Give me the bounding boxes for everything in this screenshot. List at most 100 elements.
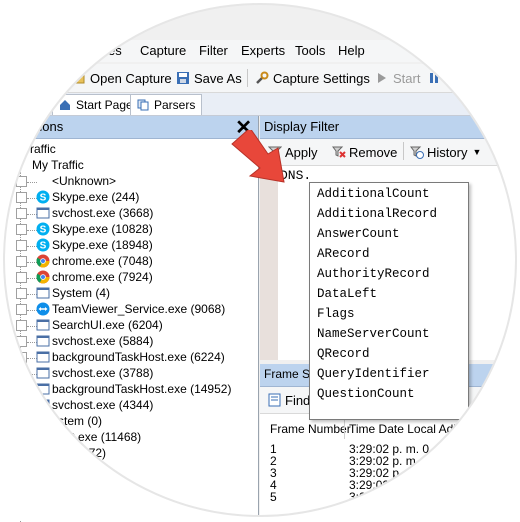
tree-item[interactable]: S Skype.exe (10828) bbox=[0, 222, 258, 238]
skype-icon: S bbox=[36, 190, 50, 204]
tree-item[interactable]: svchost.exe (3788) bbox=[0, 366, 258, 382]
remove-button[interactable]: Remove bbox=[332, 143, 397, 161]
expand-toggle-icon[interactable] bbox=[16, 432, 27, 443]
autocomplete-item[interactable]: DataLeft bbox=[317, 284, 377, 304]
display-filter-header: Display Filter bbox=[260, 116, 520, 139]
tree-item[interactable]: svchost.exe (3668) bbox=[0, 206, 258, 222]
skype-icon: S bbox=[36, 222, 50, 236]
history-icon bbox=[410, 145, 424, 159]
history-button[interactable]: History ▼ bbox=[410, 143, 481, 161]
expand-toggle-icon[interactable] bbox=[16, 208, 27, 219]
tree-item[interactable]: chrome.exe (7924) bbox=[0, 270, 258, 286]
menu-experts[interactable]: Experts bbox=[241, 43, 285, 58]
autocomplete-item[interactable]: ARecord bbox=[317, 244, 370, 264]
expand-toggle-icon[interactable] bbox=[16, 336, 27, 347]
menu-file-partial[interactable]: es bbox=[108, 43, 122, 58]
pause-button[interactable] bbox=[428, 68, 446, 88]
tree-item[interactable]: System (4) bbox=[0, 286, 258, 302]
expand-toggle-icon[interactable] bbox=[16, 320, 27, 331]
expand-toggle-icon[interactable] bbox=[16, 224, 27, 235]
tree-item-label: 2504) bbox=[52, 478, 83, 492]
svg-text:S: S bbox=[40, 193, 47, 204]
tree-item[interactable]: raffic bbox=[0, 142, 258, 158]
autocomplete-item[interactable]: NameServerCount bbox=[317, 324, 430, 344]
expand-toggle-icon[interactable] bbox=[16, 480, 27, 491]
tree-item[interactable]: TeamViewer_Service.exe (9068) bbox=[0, 302, 258, 318]
tree-item[interactable]: My Traffic bbox=[0, 158, 258, 174]
expand-toggle-icon[interactable] bbox=[16, 368, 27, 379]
tree-item[interactable]: S Skype.exe (244) bbox=[0, 190, 258, 206]
open-capture-button[interactable]: Open Capture bbox=[72, 68, 172, 88]
toolbar-separator bbox=[403, 142, 404, 160]
expand-toggle-icon[interactable] bbox=[16, 304, 27, 315]
column-header-frame-number[interactable]: Frame Number bbox=[270, 422, 351, 436]
autocomplete-list: AdditionalCount AdditionalRecord AnswerCou… bbox=[309, 182, 469, 420]
tree-item[interactable]: svchost.exe (4344) bbox=[0, 398, 258, 414]
expand-toggle-icon[interactable] bbox=[16, 256, 27, 267]
expand-toggle-icon[interactable] bbox=[16, 448, 27, 459]
expand-toggle-icon[interactable] bbox=[16, 176, 27, 187]
save-as-button[interactable]: Save As bbox=[176, 68, 242, 88]
expand-toggle-icon[interactable] bbox=[16, 416, 27, 427]
expand-toggle-icon[interactable] bbox=[16, 288, 27, 299]
apply-label: Apply bbox=[285, 144, 318, 160]
expand-toggle-icon[interactable] bbox=[16, 352, 27, 363]
chevron-down-icon: ▼ bbox=[472, 147, 482, 157]
autocomplete-item[interactable]: Flags bbox=[317, 304, 355, 324]
menu-filter[interactable]: Filter bbox=[199, 43, 228, 58]
autocomplete-item[interactable]: AnswerCount bbox=[317, 224, 400, 244]
expand-toggle-icon[interactable] bbox=[16, 384, 27, 395]
window-icon bbox=[36, 398, 50, 412]
tree-item[interactable]: svchost.exe (5884) bbox=[0, 334, 258, 350]
time-cell[interactable]: 3:29:02 p. m. 0 bbox=[349, 490, 429, 504]
tab-start-page[interactable]: Start Page bbox=[52, 94, 140, 115]
menu-tools[interactable]: Tools bbox=[295, 43, 325, 58]
expand-toggle-icon[interactable] bbox=[16, 400, 27, 411]
tree-connector bbox=[27, 486, 37, 487]
open-capture-label: Open Capture bbox=[90, 70, 172, 86]
tree-item[interactable]: ble (8872) bbox=[0, 446, 258, 462]
menu-bar: es Capture Filter Experts Tools Help bbox=[0, 40, 520, 62]
tab-parsers-label: Parsers bbox=[154, 98, 196, 112]
tree-item[interactable]: backgroundTaskHost.exe (6224) bbox=[0, 350, 258, 366]
tree-item[interactable]: chrome.exe (7048) bbox=[0, 254, 258, 270]
find-icon bbox=[268, 393, 282, 407]
find-button[interactable]: Find bbox=[268, 391, 310, 409]
expand-toggle-icon[interactable] bbox=[16, 192, 27, 203]
tree-item[interactable]: backgroundTaskHost.exe (14952) bbox=[0, 382, 258, 398]
tree-item-label: Skype.exe (10828) bbox=[52, 222, 153, 236]
tree-item[interactable]: <Unknown> bbox=[0, 174, 258, 190]
column-header-time[interactable]: Time Date Local Adj bbox=[349, 422, 456, 436]
autocomplete-item[interactable]: AdditionalRecord bbox=[317, 204, 437, 224]
menu-capture[interactable]: Capture bbox=[140, 43, 186, 58]
tab-start-page-label: Start Page bbox=[76, 98, 133, 112]
tree-item[interactable]: host.exe (11468) bbox=[0, 430, 258, 446]
autocomplete-item[interactable]: QuestionCount bbox=[317, 384, 415, 404]
tab-parsers[interactable]: Parsers bbox=[130, 94, 203, 115]
expand-toggle-icon[interactable] bbox=[16, 240, 27, 251]
window-icon bbox=[36, 206, 50, 220]
tree-item[interactable]: 2504) bbox=[0, 478, 258, 494]
capture-settings-button[interactable]: Capture Settings bbox=[255, 68, 370, 88]
autocomplete-item[interactable]: AuthorityRecord bbox=[317, 264, 430, 284]
svg-text:S: S bbox=[40, 241, 47, 252]
window-icon bbox=[36, 382, 50, 396]
expand-toggle-icon[interactable] bbox=[16, 464, 27, 475]
tree-item[interactable]: ystem (0) bbox=[0, 414, 258, 430]
frame-number-cell[interactable]: 5 bbox=[270, 490, 277, 504]
tree-connector bbox=[27, 438, 37, 439]
tree-item[interactable]: (17620) bbox=[0, 462, 258, 478]
tree-item[interactable]: (10196) bbox=[0, 494, 258, 510]
tree-item[interactable]: S Skype.exe (18948) bbox=[0, 238, 258, 254]
menu-help[interactable]: Help bbox=[338, 43, 365, 58]
chrome-icon bbox=[36, 270, 50, 284]
tree-item[interactable]: SearchUI.exe (6204) bbox=[0, 318, 258, 334]
document-tabstrip: Start Page Parsers bbox=[0, 93, 520, 116]
expand-toggle-icon[interactable] bbox=[16, 496, 27, 507]
editor-gutter bbox=[260, 166, 278, 360]
autocomplete-item[interactable]: AdditionalCount bbox=[317, 184, 430, 204]
expand-toggle-icon[interactable] bbox=[16, 272, 27, 283]
autocomplete-item[interactable]: QRecord bbox=[317, 344, 370, 364]
autocomplete-item[interactable]: QueryIdentifier bbox=[317, 364, 430, 384]
start-button[interactable]: Start bbox=[375, 68, 420, 88]
